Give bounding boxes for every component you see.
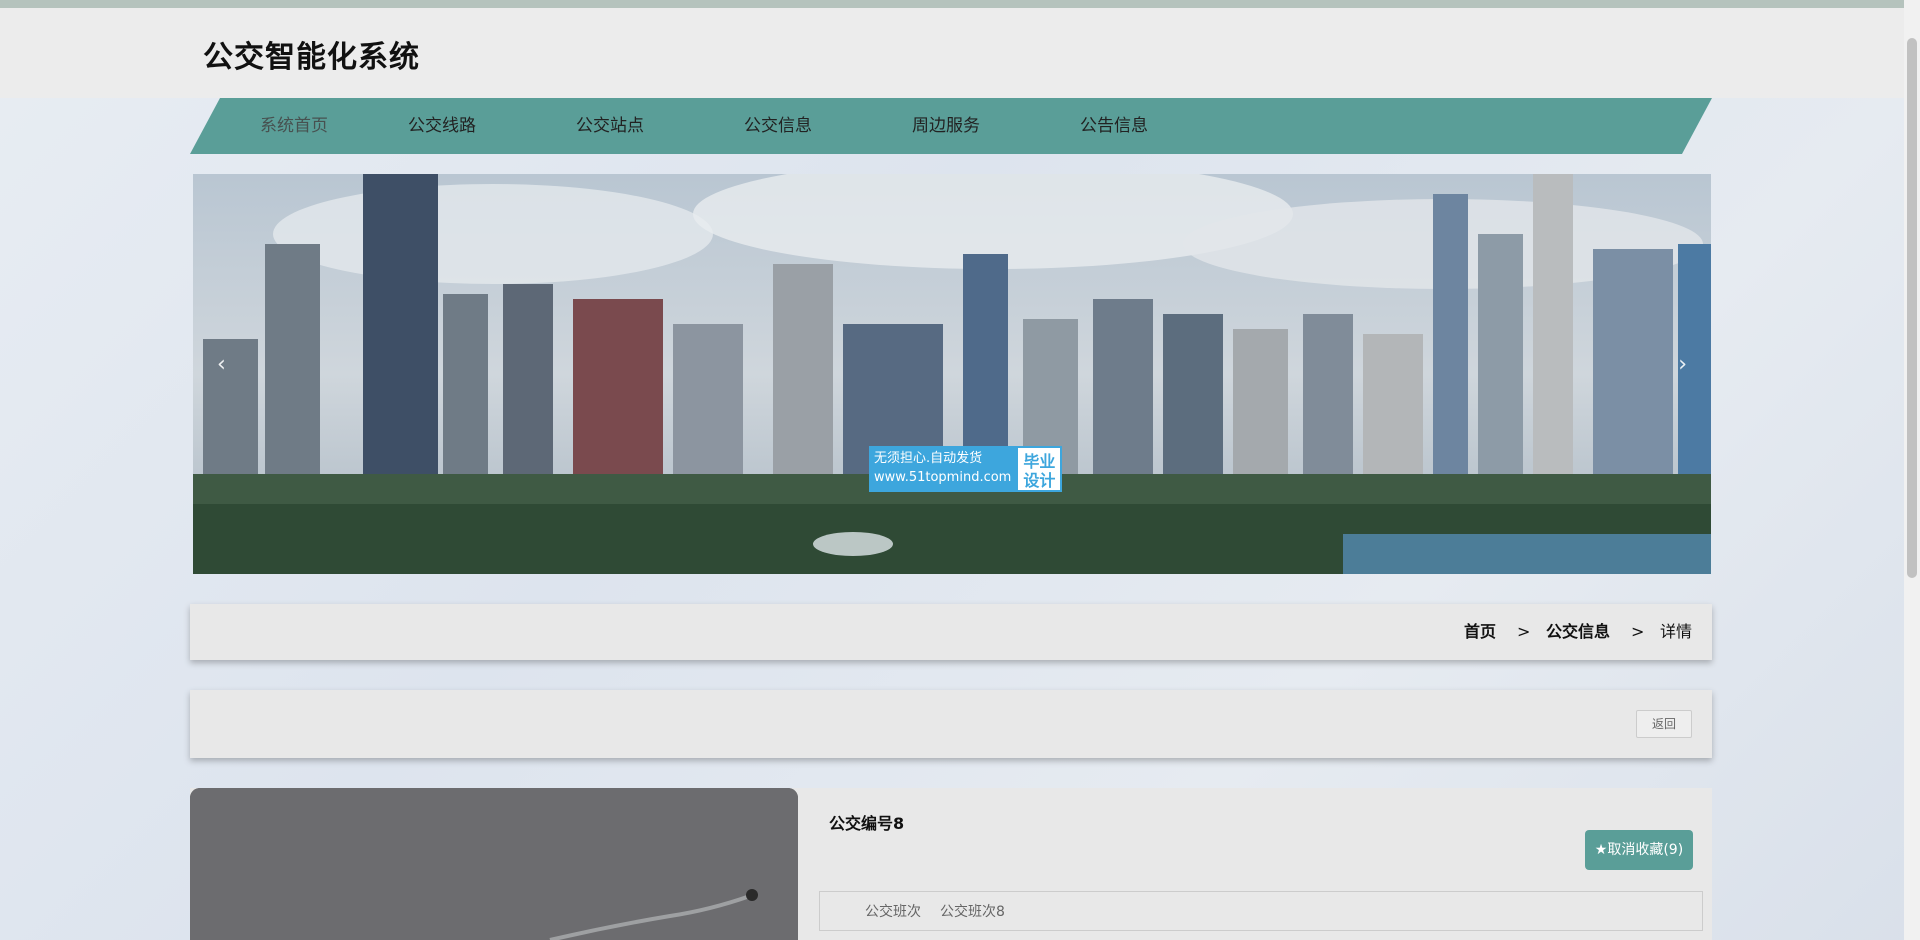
unfavorite-button[interactable]: ★取消收藏(9) [1585,830,1693,870]
bus-photo [190,788,798,940]
field-value: 公交班次8 [940,904,1005,920]
breadcrumb-home[interactable]: 首页 [1464,604,1496,660]
site-header: 公交智能化系统 [0,8,1904,98]
nav-item-announcements[interactable]: 公告信息 [1080,98,1148,154]
action-bar: 返回 [190,690,1712,758]
city-skyline-image [193,174,1711,574]
scrollbar-thumb[interactable] [1907,38,1917,578]
breadcrumb-current: 详情 [1660,622,1693,641]
breadcrumb-section[interactable]: 公交信息 [1546,604,1610,660]
banner-carousel[interactable]: ‹ › 无须担心.自动发货 www.51topmind.com 毕业 设计 [193,174,1711,574]
info-row: 公交班次 公交班次8 [819,891,1703,931]
breadcrumb: 首页 > 公交信息 > 详情 [190,604,1712,660]
nav-item-bus-routes[interactable]: 公交线路 [408,98,476,154]
back-button[interactable]: 返回 [1636,710,1692,738]
photo-image [190,788,798,940]
page-scrollbar[interactable] [1904,0,1920,940]
watermark-label: 毕业 设计 [1016,446,1063,492]
nav-item-home[interactable]: 系统首页 [260,98,328,154]
carousel-next-icon[interactable]: › [1678,352,1687,377]
detail-panel: 公交编号8 ★取消收藏(9) 公交班次 公交班次8 [190,788,1712,940]
top-strip [0,0,1920,8]
main-nav: 系统首页 公交线路 公交站点 公交信息 周边服务 公告信息 [190,98,1712,154]
detail-title: 公交编号8 [829,814,905,833]
nav-item-bus-info[interactable]: 公交信息 [744,98,812,154]
nav-item-bus-stops[interactable]: 公交站点 [576,98,644,154]
nav-item-nearby-services[interactable]: 周边服务 [912,98,980,154]
breadcrumb-separator: > [1517,622,1531,641]
watermark-badge: 无须担心.自动发货 www.51topmind.com 毕业 设计 [869,446,1063,492]
carousel-prev-icon[interactable]: ‹ [217,352,226,377]
breadcrumb-separator: > [1631,622,1645,641]
watermark-text: 无须担心.自动发货 www.51topmind.com [869,446,1017,492]
field-label: 公交班次 [865,904,921,920]
site-title: 公交智能化系统 [203,40,420,75]
